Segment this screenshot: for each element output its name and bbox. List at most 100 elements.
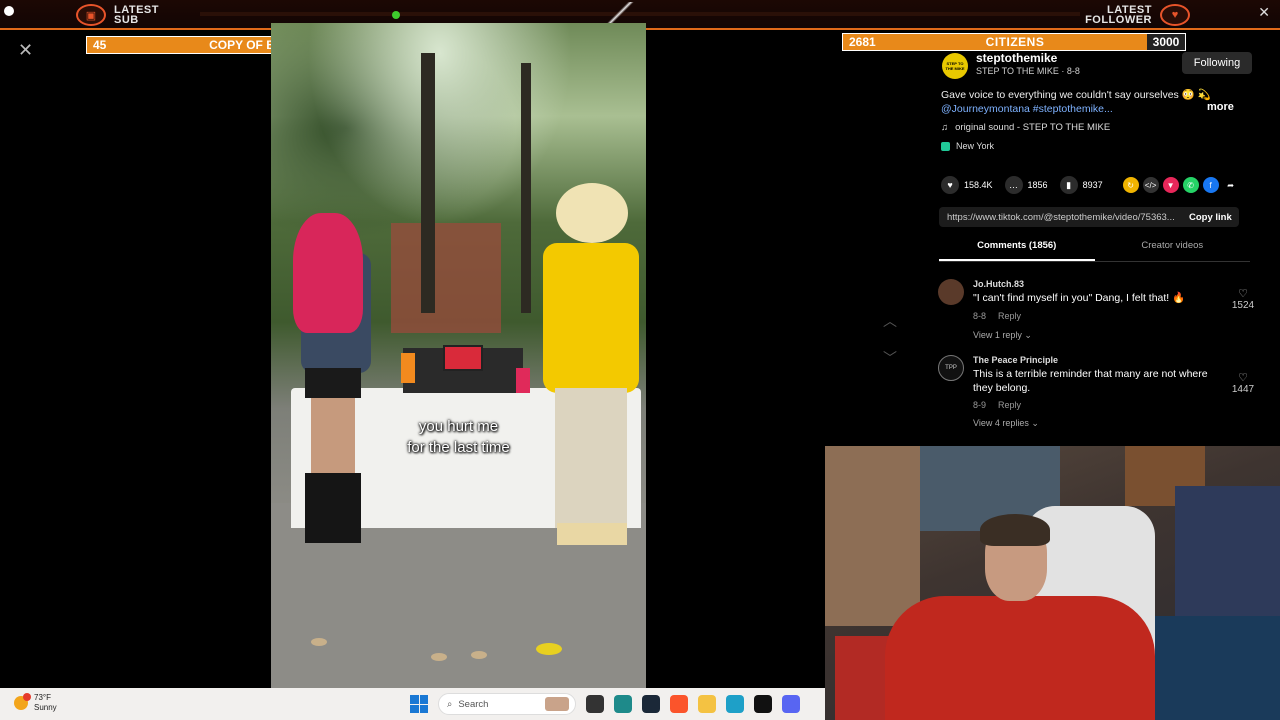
heart-icon: ♥ <box>941 176 959 194</box>
comment-like-count: 1524 <box>1231 300 1255 311</box>
comment-stat[interactable]: … 1856 <box>1004 176 1048 194</box>
share-icons: ↻ </> ▼ ✆ f ➦ <box>1122 177 1239 193</box>
comment-user[interactable]: Jo.Hutch.83 <box>973 279 1024 289</box>
facebook-icon[interactable]: f <box>1202 177 1219 193</box>
heart-outline-icon: ♡ <box>1238 288 1248 300</box>
tiktok-icon[interactable] <box>754 695 772 713</box>
task-view-icon[interactable] <box>586 695 604 713</box>
description-text: Gave voice to everything we couldn't say… <box>941 89 1211 101</box>
send-icon[interactable]: ▼ <box>1162 177 1179 193</box>
comment-date: 8-8 <box>973 311 987 321</box>
comment-icon: … <box>1004 176 1023 194</box>
comment-count: 1856 <box>1027 180 1048 190</box>
twitch-icon: ▣ <box>76 4 106 26</box>
avatar[interactable] <box>938 279 964 305</box>
like-stat[interactable]: ♥ 158.4K <box>941 176 993 194</box>
weather-temp: 73°F <box>34 693 51 702</box>
bookmark-icon: ▮ <box>1059 176 1078 194</box>
screen: ▣ LATEST SUB LATEST FOLLOWER ♥ ✕ 45 COPY… <box>0 0 1280 720</box>
weather-widget[interactable]: 73°F Sunny <box>14 693 57 713</box>
comment-item: Jo.Hutch.83 "I can't find myself in you"… <box>938 279 1258 347</box>
sub-goal-current: 45 <box>93 38 107 52</box>
author-subtitle: STEP TO THE MIKE · 8-8 <box>976 66 1080 76</box>
more-link[interactable]: more <box>1207 101 1234 113</box>
edge-browser-icon[interactable] <box>726 695 744 713</box>
view-replies-link[interactable]: View 1 reply <box>973 330 1022 340</box>
overlay-peak-decoration <box>600 2 640 24</box>
author-name[interactable]: steptothemike <box>976 51 1057 65</box>
post-url[interactable]: https://www.tiktok.com/@steptothemike/vi… <box>947 212 1189 223</box>
webcam-feed <box>825 446 1280 720</box>
discord-icon[interactable] <box>782 695 800 713</box>
brave-browser-icon[interactable] <box>670 695 688 713</box>
sound-info[interactable]: ♫ original sound - STEP TO THE MIKE <box>941 122 1110 133</box>
author-avatar[interactable]: STEP TO THE MIKE <box>942 53 968 79</box>
status-dot-icon <box>392 11 400 19</box>
like-count: 158.4K <box>964 180 993 190</box>
chevron-down-icon[interactable]: ﹀ <box>880 348 900 368</box>
location-info[interactable]: New York <box>941 141 994 151</box>
following-button[interactable]: Following <box>1182 52 1252 74</box>
follower-goal-bar: 2681 CITIZENS 3000 <box>842 33 1186 51</box>
link-box: https://www.tiktok.com/@steptothemike/vi… <box>939 207 1239 227</box>
sound-name: original sound - STEP TO THE MIKE <box>955 122 1111 133</box>
chevron-down-icon: ⌄ <box>1031 418 1039 428</box>
streamer <box>885 596 1155 720</box>
app-corner-icon <box>4 6 14 16</box>
repost-icon[interactable]: ↻ <box>1122 177 1139 193</box>
post-stats: ♥ 158.4K … 1856 ▮ 8937 ↻ </> ▼ ✆ f ➦ <box>941 176 1239 194</box>
comment-user[interactable]: The Peace Principle <box>973 355 1058 365</box>
video-building <box>391 223 501 333</box>
comment-like[interactable]: ♡ 1447 <box>1228 371 1258 395</box>
overlay-streak <box>200 12 1080 16</box>
chevron-up-icon[interactable]: ︿ <box>880 311 900 331</box>
reply-button[interactable]: Reply <box>998 400 1021 410</box>
reply-button[interactable]: Reply <box>998 311 1021 321</box>
file-explorer-icon[interactable] <box>698 695 716 713</box>
view-replies-link[interactable]: View 4 replies <box>973 418 1029 428</box>
search-placeholder: Search <box>458 698 489 710</box>
comment-text: This is a terrible reminder that many ar… <box>973 368 1208 394</box>
calculator-app-icon[interactable] <box>614 695 632 713</box>
close-icon[interactable]: ✕ <box>1258 4 1270 21</box>
share-arrow-icon[interactable]: ➦ <box>1223 177 1239 193</box>
description-tags[interactable]: @Journeymontana #steptothemike... <box>941 102 1231 116</box>
avatar[interactable]: TPP <box>938 355 964 381</box>
heart-icon: ♥ <box>1160 4 1190 26</box>
post-tabs: Comments (1856) Creator videos <box>939 240 1250 262</box>
latest-sub-label-line2: SUB <box>114 14 139 26</box>
comment-date: 8-9 <box>973 400 987 410</box>
weather-condition: Sunny <box>34 703 57 712</box>
video-player[interactable]: you hurt me for the last time <box>271 23 646 688</box>
video-caption: you hurt me for the last time <box>271 416 646 458</box>
copy-link-button[interactable]: Copy link <box>1189 212 1232 223</box>
follower-goal-target: 3000 <box>1147 34 1185 50</box>
search-highlight-image <box>545 697 569 711</box>
tab-creator-videos[interactable]: Creator videos <box>1095 240 1251 261</box>
location-pin-icon <box>941 141 950 151</box>
post-description: Gave voice to everything we couldn't say… <box>941 88 1231 116</box>
comment-like-count: 1447 <box>1231 384 1255 395</box>
latest-follower-label-line2: FOLLOWER <box>1085 14 1152 26</box>
post-panel: STEP TO THE MIKE steptothemike STEP TO T… <box>930 50 1270 445</box>
save-count: 8937 <box>1082 180 1103 190</box>
whatsapp-icon[interactable]: ✆ <box>1182 177 1199 193</box>
search-icon: ⌕ <box>447 698 453 710</box>
caption-line1: you hurt me <box>418 418 499 435</box>
steam-icon[interactable] <box>642 695 660 713</box>
taskbar-search[interactable]: ⌕ Search <box>438 693 576 715</box>
tab-comments[interactable]: Comments (1856) <box>939 240 1095 261</box>
sun-icon <box>14 693 31 710</box>
close-viewer-button[interactable]: ✕ <box>18 40 33 61</box>
embed-icon[interactable]: </> <box>1142 177 1159 193</box>
save-stat[interactable]: ▮ 8937 <box>1059 176 1103 194</box>
follower-goal-current: 2681 <box>849 35 876 49</box>
latest-follower-widget: LATEST FOLLOWER ♥ <box>1085 4 1190 26</box>
location-name: New York <box>956 141 995 151</box>
comment-like[interactable]: ♡ 1524 <box>1228 287 1258 311</box>
windows-start-icon[interactable] <box>410 695 428 713</box>
taskbar-apps: ⌕ Search <box>410 693 800 715</box>
heart-outline-icon: ♡ <box>1238 372 1248 384</box>
music-note-icon: ♫ <box>941 122 949 133</box>
taskbar: 73°F Sunny ⌕ Search <box>0 688 825 720</box>
